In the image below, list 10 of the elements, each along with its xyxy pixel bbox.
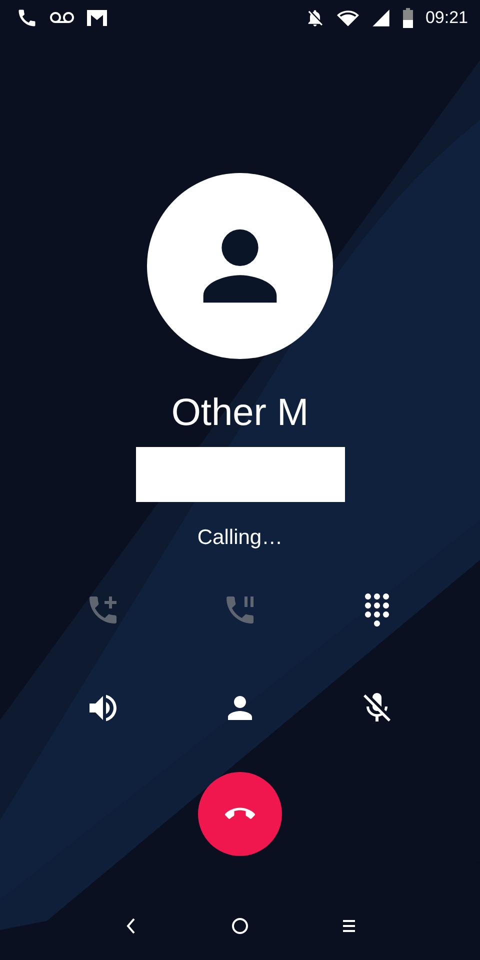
battery-icon [403,8,414,28]
phone-icon [16,7,38,29]
mail-icon [86,9,108,27]
caller-name: Other M [171,391,309,436]
home-icon [231,917,249,935]
clock-time: 09:21 [425,8,468,28]
back-icon [125,917,137,935]
signal-icon [371,8,392,28]
call-status: Calling… [197,525,283,551]
menu-icon [341,918,357,934]
